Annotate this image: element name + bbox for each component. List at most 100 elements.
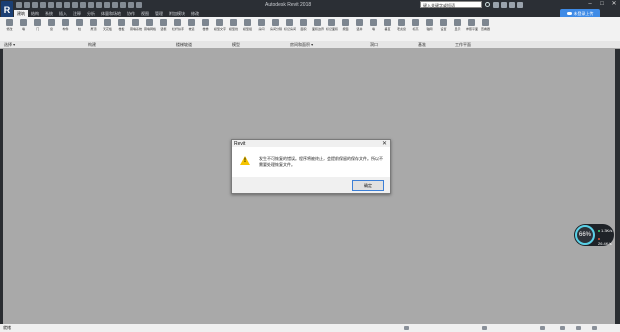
ribbon-button-10[interactable]: 幕墙网格	[144, 19, 156, 31]
tab-3[interactable]: 插入	[56, 10, 70, 17]
ribbon-button-label: 老虎窗	[396, 27, 406, 31]
print-icon[interactable]	[56, 2, 62, 8]
ribbon-button-label: 房间分隔	[270, 27, 283, 31]
close-button[interactable]: ✕	[608, 0, 620, 9]
close-hidden-icon[interactable]	[120, 2, 126, 8]
ribbon-button-22[interactable]: 面积边界	[312, 19, 324, 31]
ribbon-button-label: 楼梯	[202, 27, 209, 31]
ribbon-button-4[interactable]: 构件	[60, 19, 71, 31]
ribbon-button-label: 标记房间	[284, 27, 297, 31]
ribbon-button-0[interactable]: 修改	[4, 19, 15, 31]
sync-icon[interactable]	[32, 2, 38, 8]
tab-8[interactable]: 视图	[138, 10, 152, 17]
ribbon-button-label: 墙	[21, 27, 25, 31]
measure-icon[interactable]	[64, 2, 70, 8]
ribbon-button-24[interactable]: 按面	[340, 19, 351, 31]
ribbon-button-12[interactable]: 栏杆扶手	[172, 19, 184, 31]
tab-10[interactable]: 附加模块	[166, 10, 188, 17]
ribbon-tool-icon	[426, 19, 433, 26]
tab-2[interactable]: 系统	[42, 10, 56, 17]
tab-7[interactable]: 协作	[124, 10, 138, 17]
ribbon-button-11[interactable]: 竖梃	[158, 19, 169, 31]
open-icon[interactable]	[16, 2, 22, 8]
ribbon-button-23[interactable]: 标记面积	[326, 19, 338, 31]
select-links-icon[interactable]	[560, 326, 565, 330]
thin-lines-icon[interactable]	[112, 2, 118, 8]
text-icon[interactable]	[88, 2, 94, 8]
tab-1[interactable]: 结构	[28, 10, 42, 17]
customize-qat-icon[interactable]	[136, 2, 142, 8]
ribbon-button-26[interactable]: 墙	[368, 19, 379, 31]
ribbon-button-5[interactable]: 柱	[74, 19, 85, 31]
ribbon-tool-icon	[188, 19, 195, 26]
ribbon-button-7[interactable]: 天花板	[102, 19, 113, 31]
switch-windows-icon[interactable]	[128, 2, 134, 8]
dialog-close-icon[interactable]: ✕	[382, 140, 387, 147]
minimize-button[interactable]: –	[584, 0, 596, 9]
search-icon[interactable]	[485, 2, 490, 7]
tab-5[interactable]: 分析	[84, 10, 98, 17]
select-pinned-icon[interactable]	[576, 326, 581, 330]
tag-icon[interactable]	[80, 2, 86, 8]
user-icon[interactable]	[501, 2, 507, 8]
error-dialog: Revit ✕ ! 发生不可恢复的错误。程序将被终止，会提前保留的保存文件。所以…	[231, 139, 391, 194]
ribbon-button-9[interactable]: 幕墙系统	[130, 19, 142, 31]
ribbon-button-25[interactable]: 竖井	[354, 19, 365, 31]
ribbon-button-label: 垂直	[384, 27, 391, 31]
ribbon-button-label: 按面	[342, 27, 349, 31]
search-input[interactable]: 键入关键字或短语	[420, 1, 482, 8]
tab-4[interactable]: 注释	[70, 10, 84, 17]
ribbon-button-29[interactable]: 标高	[410, 19, 421, 31]
tab-11[interactable]: 修改	[188, 10, 202, 17]
ribbon-button-16[interactable]: 模型线	[228, 19, 239, 31]
ribbon-tool-icon	[174, 19, 181, 26]
ribbon-button-13[interactable]: 坡道	[186, 19, 197, 31]
ribbon-button-3[interactable]: 窗	[46, 19, 57, 31]
ribbon-button-15[interactable]: 模型文字	[214, 19, 226, 31]
ribbon-button-33[interactable]: 参照平面	[466, 19, 478, 31]
save-icon[interactable]	[24, 2, 30, 8]
help-icon[interactable]	[517, 2, 523, 8]
tab-9[interactable]: 管理	[152, 10, 166, 17]
ribbon-button-27[interactable]: 垂直	[382, 19, 393, 31]
ribbon-button-6[interactable]: 屋顶	[88, 19, 99, 31]
undo-icon[interactable]	[40, 2, 46, 8]
ribbon-button-label: 竖梃	[160, 27, 167, 31]
ribbon-button-31[interactable]: 设置	[438, 19, 449, 31]
ribbon-tool-icon	[342, 19, 349, 26]
ribbon-tool-icon	[160, 19, 167, 26]
tab-0[interactable]: 建筑	[14, 10, 28, 17]
app-title: Autodesk Revit 2018	[265, 2, 312, 8]
ok-button[interactable]: 确定	[352, 180, 384, 191]
section-icon[interactable]	[104, 2, 110, 8]
3d-view-icon[interactable]	[96, 2, 102, 8]
ribbon-button-21[interactable]: 面积	[298, 19, 309, 31]
filter-icon[interactable]	[592, 326, 597, 330]
ribbon-tool-icon	[132, 19, 139, 26]
ribbon-button-30[interactable]: 轴网	[424, 19, 435, 31]
ribbon-button-20[interactable]: 标记房间	[284, 19, 297, 31]
ribbon-button-28[interactable]: 老虎窗	[396, 19, 407, 31]
network-speed-widget[interactable]: 66% 1.3K/s 26.4K/s	[574, 224, 614, 246]
design-options-icon[interactable]	[482, 326, 487, 330]
ribbon-button-8[interactable]: 楼板	[116, 19, 127, 31]
tab-6[interactable]: 体量和场地	[98, 10, 124, 17]
ribbon-tool-icon	[76, 19, 83, 26]
redo-icon[interactable]	[48, 2, 54, 8]
ribbon-button-1[interactable]: 墙	[18, 19, 29, 31]
maximize-button[interactable]: □	[596, 0, 608, 9]
ribbon-button-17[interactable]: 模型组	[242, 19, 253, 31]
ribbon-button-32[interactable]: 显示	[452, 19, 463, 31]
dimension-icon[interactable]	[72, 2, 78, 8]
editable-only-icon[interactable]	[540, 326, 545, 330]
ribbon-button-14[interactable]: 楼梯	[200, 19, 211, 31]
exchange-icon[interactable]	[509, 2, 515, 8]
ribbon-button-34[interactable]: 查看器	[480, 19, 491, 31]
ribbon-button-18[interactable]: 房间	[256, 19, 267, 31]
subscription-icon[interactable]	[493, 2, 499, 8]
ribbon-button-19[interactable]: 房间分隔	[270, 19, 283, 31]
quick-access-toolbar	[16, 2, 142, 8]
ribbon-button-2[interactable]: 门	[32, 19, 43, 31]
workset-icon[interactable]	[404, 326, 409, 330]
ribbon-tool-icon	[118, 19, 125, 26]
